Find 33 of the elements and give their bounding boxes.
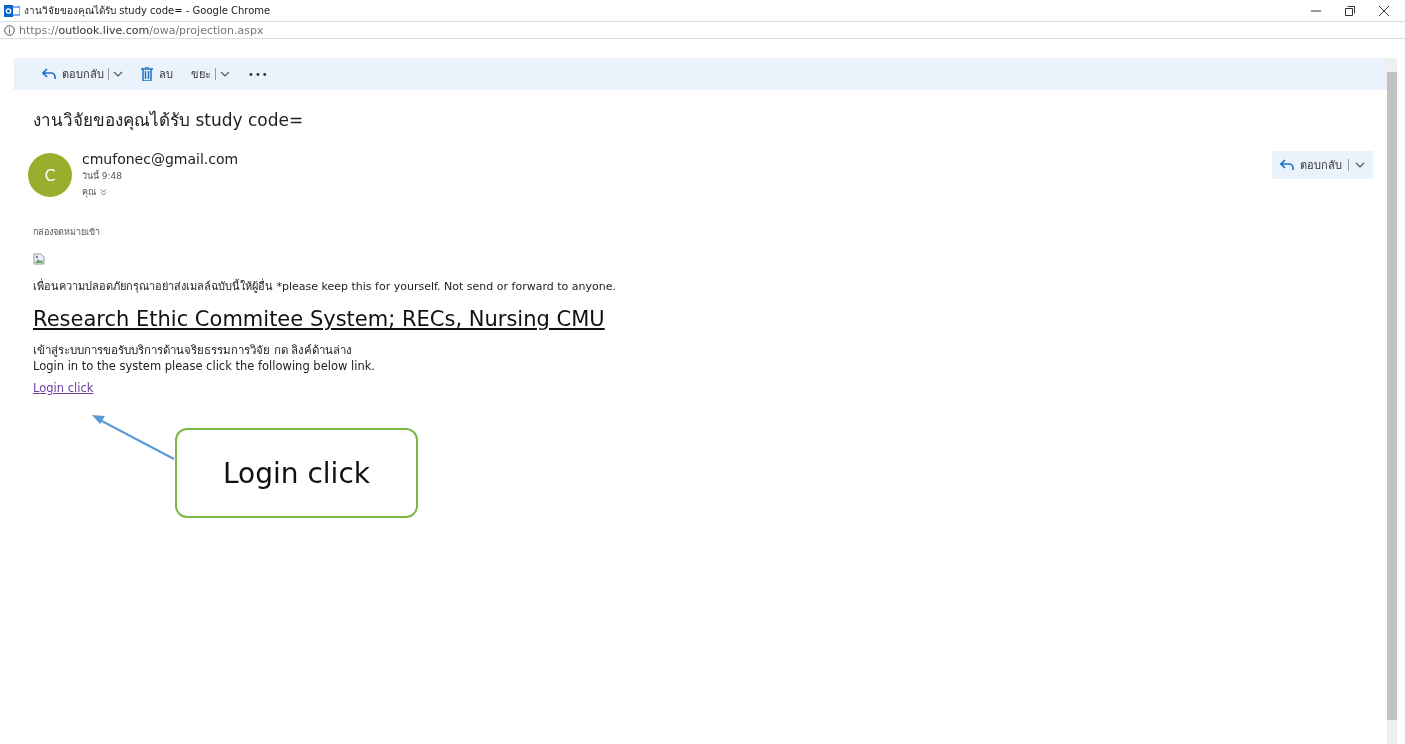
minimize-icon[interactable] bbox=[1311, 9, 1321, 12]
outlook-logo-icon bbox=[4, 4, 20, 17]
delete-button[interactable]: ลบ bbox=[141, 65, 173, 83]
chevron-down-icon[interactable] bbox=[220, 70, 230, 78]
more-button[interactable]: ••• bbox=[248, 68, 269, 80]
folder-label: กล่องจดหมายเข้า bbox=[33, 226, 101, 239]
sender-avatar: C bbox=[28, 153, 72, 197]
login-link[interactable]: Login click bbox=[33, 381, 94, 395]
reply-arrow-icon bbox=[1280, 159, 1294, 171]
scrollbar[interactable] bbox=[1387, 58, 1397, 744]
chevron-down-icon[interactable] bbox=[113, 70, 123, 78]
security-notice: เพื่อนความปลอดภัยกรุณาอย่าส่งเมลล์ฉบับนี้ให้ผู้อื่น *please keep this for yourself. Not send or forward to anyone. bbox=[33, 277, 617, 295]
sender-email: cmufonec@gmail.com bbox=[82, 151, 240, 167]
restore-icon[interactable] bbox=[1345, 5, 1355, 16]
address-url[interactable]: https://outlook.live.com/owa/projection.aspx bbox=[19, 23, 264, 37]
recipient-label: คุณ bbox=[82, 186, 96, 199]
window-title: งานวิจัยของคุณได้รับ study code= - Google Chrome bbox=[24, 4, 272, 18]
message-subject: งานวิจัยของคุณได้รับ study code= bbox=[33, 109, 305, 133]
double-chevron-icon[interactable] bbox=[100, 188, 107, 196]
info-icon[interactable] bbox=[4, 24, 15, 36]
junk-button[interactable]: ขยะ bbox=[191, 65, 211, 83]
broken-image-icon bbox=[33, 253, 45, 265]
reply-arrow-icon bbox=[42, 68, 56, 80]
heading-link[interactable]: Research Ethic Commitee System; RECs, Nursing CMU bbox=[33, 307, 605, 331]
instruction-text: เข้าสู่ระบบการขอรับบริการด้านจริยธรรมการวิจัย กด ลิงค์ด้านล่าง bbox=[33, 342, 354, 359]
instruction-text: Login in to the system please click the following below link. bbox=[33, 359, 376, 373]
trash-icon bbox=[141, 67, 153, 81]
reply-button[interactable]: ตอบกลับ bbox=[1272, 151, 1373, 179]
annotation-callout: Login click bbox=[175, 428, 418, 518]
reply-button[interactable]: ตอบกลับ bbox=[42, 65, 104, 83]
chevron-down-icon[interactable] bbox=[1355, 161, 1365, 169]
close-icon[interactable] bbox=[1379, 5, 1389, 16]
message-time: วันนี้ 9:48 bbox=[82, 169, 124, 183]
